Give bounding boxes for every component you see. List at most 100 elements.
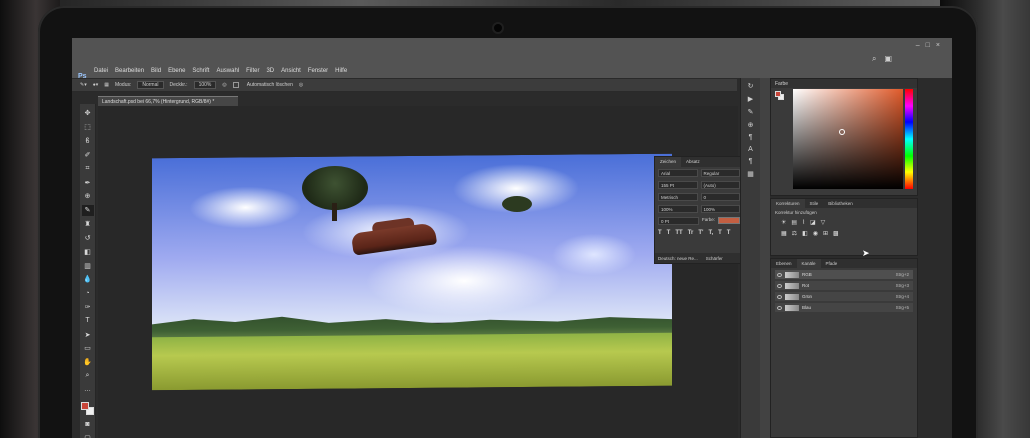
tab-absatz[interactable]: Absatz (681, 157, 705, 167)
brush-size-icon[interactable]: ●▾ (93, 82, 99, 88)
faux-italic-button[interactable]: T (667, 230, 671, 236)
clone-source-icon[interactable]: ⊕ (748, 121, 754, 129)
font-size-field[interactable]: 155 Pt (658, 181, 698, 189)
minimize-button[interactable]: – (916, 42, 920, 49)
kerning-field[interactable]: Metrisch (658, 193, 698, 201)
type-tool-icon[interactable]: T (82, 315, 94, 326)
language-select[interactable]: Deutsch: neue Re... (658, 256, 698, 261)
font-family-select[interactable]: Arial (658, 169, 698, 177)
brush-settings-icon[interactable]: ✎ (748, 108, 754, 116)
vibrance-icon[interactable]: ▽ (821, 219, 826, 226)
menu-ansicht[interactable]: Ansicht (281, 68, 301, 74)
underline-button[interactable]: T (718, 230, 722, 236)
modus-select[interactable]: Normal (137, 81, 164, 89)
antialias-select[interactable]: Schärfer (706, 256, 723, 261)
color-panel-swatches[interactable] (775, 91, 785, 101)
vertical-scale-field[interactable]: 100% (658, 205, 698, 213)
auto-erase-checkbox[interactable] (232, 82, 239, 88)
subscript-button[interactable]: T, (708, 230, 713, 236)
visibility-eye-icon[interactable] (777, 294, 782, 299)
tab-pfade[interactable]: Pfade (821, 259, 843, 268)
hand-tool-icon[interactable]: ✋ (82, 357, 94, 368)
channel-row[interactable]: Grün Strg+4 (775, 292, 913, 301)
more-tools-icon[interactable]: … (82, 385, 94, 396)
eyedropper-tool-icon[interactable]: ✒ (82, 177, 94, 188)
channel-row[interactable]: Blau Strg+5 (775, 303, 913, 312)
menu-schrift[interactable]: Schrift (192, 68, 209, 74)
brush-tool-preset-icon[interactable]: ✎▾ (80, 82, 87, 88)
landscape-image[interactable] (152, 153, 672, 391)
menu-datei[interactable]: Datei (94, 68, 108, 74)
text-color-swatch[interactable] (718, 217, 740, 224)
history-icon[interactable]: ↻ (748, 82, 754, 90)
hue-slider[interactable] (905, 89, 913, 189)
dodge-tool-icon[interactable]: ◔ (82, 288, 94, 299)
color-lookup-icon[interactable]: ▩ (833, 230, 839, 237)
pen-tool-icon[interactable]: ✑ (82, 302, 94, 313)
color-panel-foreground-swatch[interactable] (775, 91, 781, 97)
healing-tool-icon[interactable]: ⊕ (82, 191, 94, 202)
faux-bold-button[interactable]: T (658, 230, 662, 236)
eraser-tool-icon[interactable]: ◧ (82, 246, 94, 257)
tab-ebenen[interactable]: Ebenen (771, 259, 797, 268)
workspace-icon[interactable]: ▣ (884, 54, 892, 64)
color-picker-handle[interactable] (839, 129, 845, 135)
screen-mode-icon[interactable]: ▢ (82, 433, 94, 438)
menu-auswahl[interactable]: Auswahl (216, 68, 239, 74)
document-tab[interactable]: Landschaft.psd bei 66,7% (Hintergrund, R… (98, 96, 238, 106)
pressure-size-icon[interactable]: ◎ (299, 82, 303, 88)
brush-panel-icon[interactable]: ▦ (104, 82, 109, 88)
channel-mixer-icon[interactable]: ⊞ (823, 230, 828, 237)
search-icon[interactable]: ⌕ (872, 54, 876, 64)
brightness-icon[interactable]: ☀ (781, 219, 786, 226)
small-caps-button[interactable]: Tr (688, 230, 694, 236)
zoom-tool-icon[interactable]: ⌕ (82, 371, 94, 382)
foreground-color-swatch[interactable] (80, 402, 89, 411)
levels-icon[interactable]: ▤ (791, 219, 797, 226)
menu-bearbeiten[interactable]: Bearbeiten (115, 68, 144, 74)
menu-filter[interactable]: Filter (246, 68, 259, 74)
history-brush-tool-icon[interactable]: ↺ (82, 232, 94, 243)
shape-tool-icon[interactable]: ▭ (82, 343, 94, 354)
tab-korrekturen[interactable]: Korrekturen (771, 199, 805, 208)
properties-icon[interactable]: ▦ (747, 170, 754, 178)
black-white-icon[interactable]: ◧ (802, 230, 808, 237)
quick-mask-icon[interactable]: ◙ (82, 419, 94, 430)
curves-icon[interactable]: ⌇ (802, 219, 805, 226)
visibility-eye-icon[interactable] (777, 305, 782, 310)
tracking-field[interactable]: 0 (700, 193, 740, 201)
path-select-tool-icon[interactable]: ➤ (82, 329, 94, 340)
marquee-tool-icon[interactable]: ⬚ (82, 122, 94, 133)
horizontal-scale-field[interactable]: 100% (700, 205, 740, 213)
channel-row[interactable]: RGB Strg+2 (775, 270, 913, 279)
character-icon[interactable]: A (748, 146, 753, 153)
clone-stamp-tool-icon[interactable]: ♜ (82, 219, 94, 230)
tab-kanaele[interactable]: Kanäle (796, 259, 821, 268)
lasso-tool-icon[interactable]: ϐ (82, 136, 94, 147)
actions-icon[interactable]: ▶ (748, 95, 753, 103)
move-tool-icon[interactable]: ✥ (82, 108, 94, 119)
photo-filter-icon[interactable]: ◉ (813, 230, 818, 237)
menu-fenster[interactable]: Fenster (308, 68, 328, 74)
pressure-opacity-icon[interactable]: ◎ (222, 82, 226, 88)
visibility-eye-icon[interactable] (777, 272, 782, 277)
hue-saturation-icon[interactable]: ▦ (781, 230, 787, 237)
blur-tool-icon[interactable]: 💧 (82, 274, 94, 285)
color-balance-icon[interactable]: ⚖ (792, 230, 797, 237)
brush-tool-icon[interactable]: ✎ (81, 204, 94, 216)
tab-stile[interactable]: Stile (805, 199, 824, 208)
deckkraft-field[interactable]: 100% (193, 81, 217, 89)
color-swatches[interactable] (80, 402, 95, 416)
paragraph-icon[interactable]: ¶ (749, 134, 753, 141)
menu-hilfe[interactable]: Hilfe (335, 68, 347, 74)
all-caps-button[interactable]: TT (675, 230, 682, 236)
gradient-tool-icon[interactable]: ▥ (82, 260, 94, 271)
menu-3d[interactable]: 3D (266, 68, 274, 74)
crop-tool-icon[interactable]: ⌗ (82, 163, 94, 174)
close-button[interactable]: × (936, 42, 940, 49)
quick-select-tool-icon[interactable]: ✐ (82, 149, 94, 160)
superscript-button[interactable]: T' (698, 230, 703, 236)
visibility-eye-icon[interactable] (777, 283, 782, 288)
font-style-select[interactable]: Regular (700, 169, 740, 177)
baseline-field[interactable]: 0 Pt (658, 217, 699, 225)
